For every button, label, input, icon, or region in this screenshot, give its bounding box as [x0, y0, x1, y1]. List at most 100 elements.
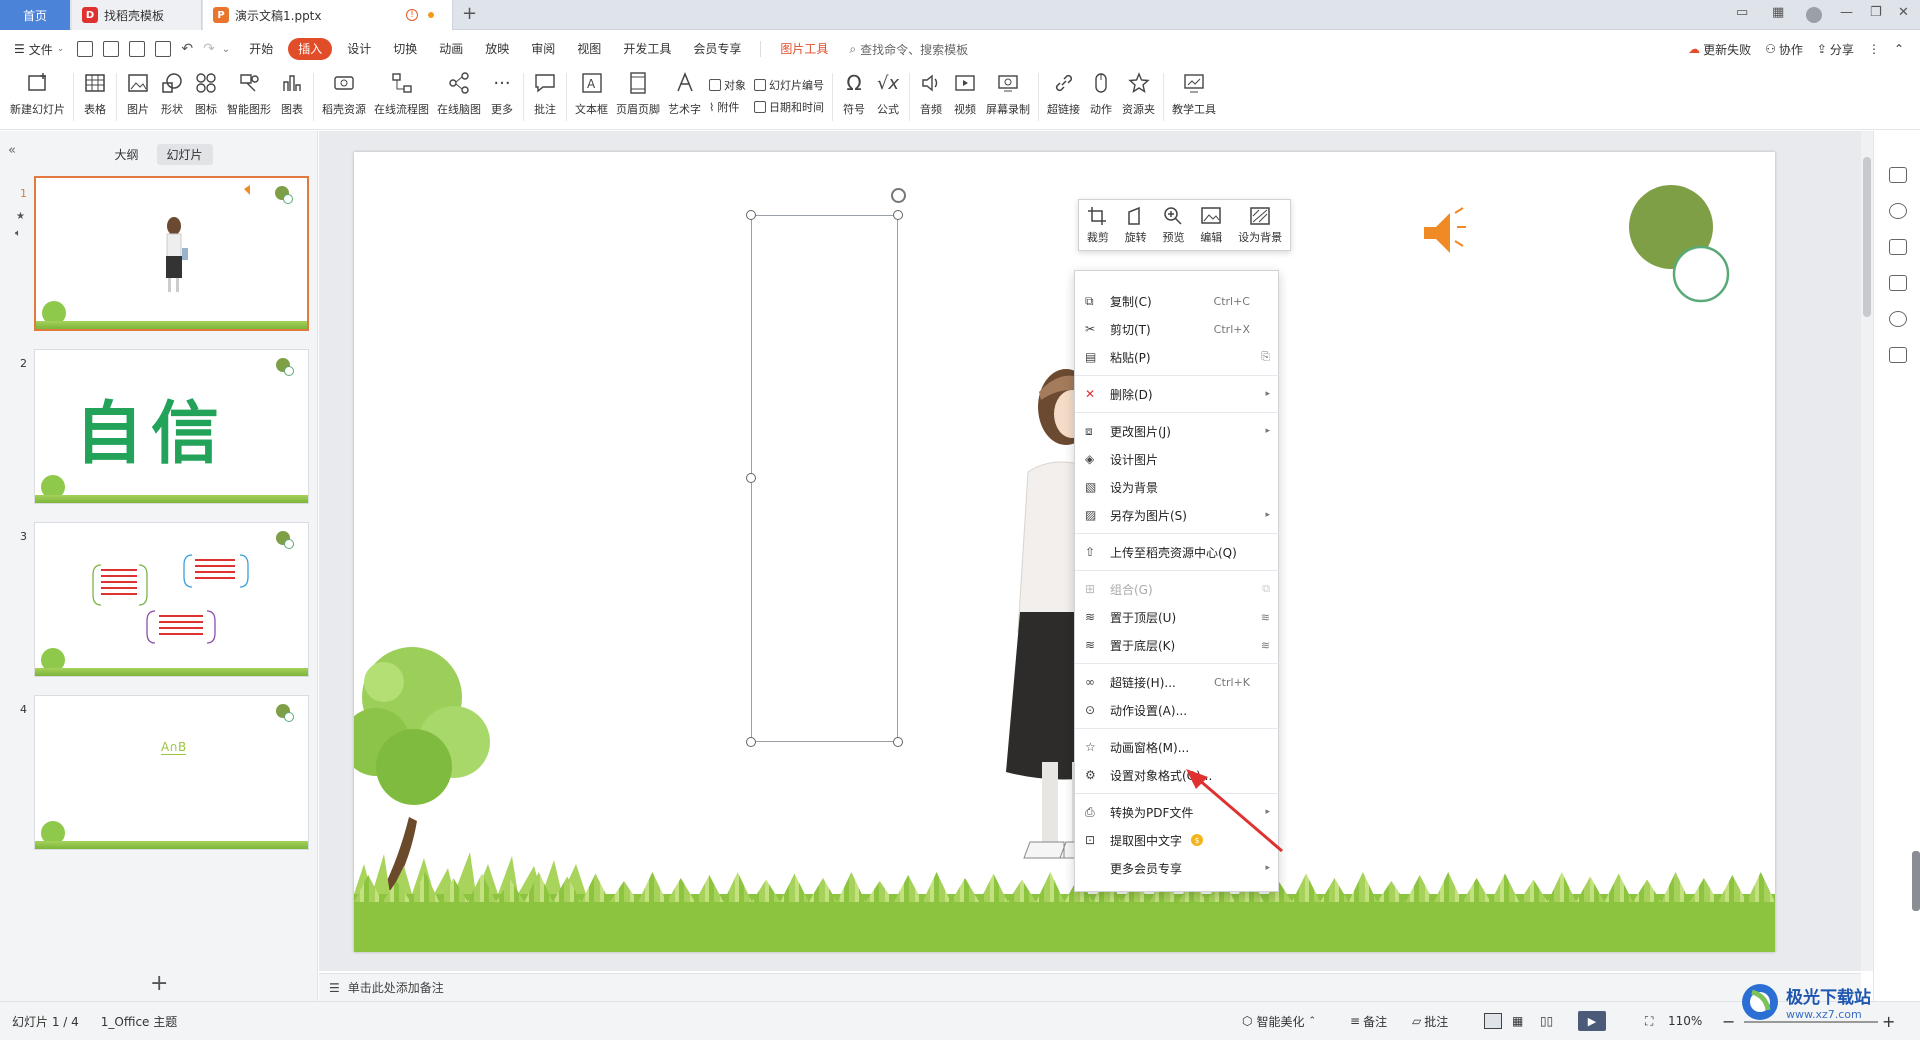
undo-icon[interactable]: ↶	[181, 41, 193, 57]
file-menu[interactable]: ☰ 文件 ⌄	[0, 41, 64, 58]
close-icon[interactable]: ✕	[1898, 5, 1909, 20]
customize-icon[interactable]: ⌄	[222, 44, 230, 55]
smart-beautify-button[interactable]: ⬡ 智能美化 ⌃	[1242, 1013, 1316, 1030]
menu-item-action-settings[interactable]: ⊙ 动作设置(A)...	[1075, 696, 1280, 724]
export-icon[interactable]	[103, 41, 120, 57]
action-button[interactable]: 动作	[1084, 67, 1118, 127]
scrollbar-thumb[interactable]	[1863, 157, 1871, 317]
shape-button[interactable]: 形状	[155, 67, 189, 127]
tab-vip[interactable]: 会员专享	[682, 38, 752, 60]
normal-view-icon[interactable]	[1484, 1013, 1502, 1029]
resource-folder-button[interactable]: 资源夹	[1118, 67, 1159, 127]
bring-front-options-icon[interactable]: ≋	[1261, 611, 1270, 624]
comment-button[interactable]: 批注	[528, 67, 562, 127]
tab-picture-tools[interactable]: 图片工具	[769, 38, 839, 60]
object-button[interactable]: 对象	[709, 77, 746, 93]
fit-window-icon[interactable]: ⛶	[1645, 1014, 1653, 1029]
send-back-options-icon[interactable]: ≋	[1261, 639, 1270, 652]
tab-design[interactable]: 设计	[336, 38, 382, 60]
online-flowchart-button[interactable]: 在线流程图	[370, 67, 433, 127]
resize-handle-sw[interactable]	[746, 737, 756, 747]
resize-handle-se[interactable]	[893, 737, 903, 747]
tab-slideshow[interactable]: 放映	[474, 38, 520, 60]
docer-resource-button[interactable]: 稻壳资源	[318, 67, 370, 127]
menu-item-change-picture[interactable]: ⧈ 更改图片(J) ▸	[1075, 417, 1280, 445]
formula-button[interactable]: √x 公式	[871, 67, 905, 127]
smart-shape-button[interactable]: 智能图形	[223, 67, 275, 127]
command-search[interactable]: ⌕ 查找命令、搜索模板	[849, 41, 968, 58]
picture-selection-frame[interactable]	[751, 215, 898, 742]
grid-apps-icon[interactable]: ▦	[1772, 5, 1784, 20]
crop-button[interactable]: 裁剪	[1087, 206, 1109, 245]
date-time-button[interactable]: 日期和时间	[754, 99, 824, 115]
comments-toggle-button[interactable]: ▱ 批注	[1412, 1013, 1448, 1030]
picture-style-icon[interactable]	[1889, 275, 1907, 291]
edit-picture-button[interactable]: 编辑	[1200, 206, 1222, 245]
rotate-handle-icon[interactable]	[891, 188, 906, 203]
menu-item-design-picture[interactable]: ◈ 设计图片	[1075, 445, 1280, 473]
share-button[interactable]: ⇪ 分享	[1817, 41, 1854, 58]
save-icon[interactable]	[77, 41, 94, 57]
set-background-button[interactable]: 设为背景	[1238, 206, 1282, 245]
print-preview-icon[interactable]	[155, 41, 172, 57]
slide-sorter-icon[interactable]: ▦	[1512, 1014, 1523, 1028]
notes-pane[interactable]: ☰ 单击此处添加备注	[319, 973, 1861, 1001]
tab-insert[interactable]: 插入	[288, 38, 333, 60]
side-handle[interactable]	[1912, 851, 1920, 911]
location-icon[interactable]	[1889, 311, 1907, 327]
tab-developer[interactable]: 开发工具	[612, 38, 682, 60]
add-slide-button[interactable]: +	[150, 971, 168, 996]
teaching-tools-button[interactable]: 教学工具	[1168, 67, 1220, 127]
menu-item-hyperlink[interactable]: ∞ 超链接(H)... Ctrl+K	[1075, 668, 1280, 696]
picture-button[interactable]: 图片	[121, 67, 155, 127]
tab-view[interactable]: 视图	[566, 38, 612, 60]
menu-item-delete[interactable]: ✕ 删除(D) ▸	[1075, 380, 1280, 408]
adjust-properties-icon[interactable]	[1889, 167, 1907, 183]
layout-icon[interactable]: ▭	[1736, 5, 1748, 20]
collapse-ribbon-icon[interactable]: ⌃	[1894, 42, 1904, 56]
paste-options-icon[interactable]: ⎘	[1261, 350, 1270, 364]
menu-item-animation-pane[interactable]: ☆ 动画窗格(M)...	[1075, 733, 1280, 761]
animation-icon[interactable]	[1889, 203, 1907, 219]
collapse-panel-icon[interactable]: «	[8, 143, 16, 158]
notes-toggle-button[interactable]: ≡ 备注	[1350, 1013, 1387, 1030]
tab-template[interactable]: D 找稻壳模板	[72, 0, 202, 30]
slide-thumbnail-2[interactable]: 自信	[34, 349, 309, 504]
menu-item-cut[interactable]: ✂ 剪切(T) Ctrl+X	[1075, 315, 1280, 343]
tab-slides[interactable]: 幻灯片	[156, 143, 213, 165]
attachment-button[interactable]: ⌇ 附件	[709, 99, 746, 115]
tab-outline[interactable]: 大纲	[104, 144, 148, 165]
slide-thumbnail-4[interactable]: A∩B	[34, 695, 309, 850]
wordart-button[interactable]: 艺术字	[664, 67, 705, 127]
menu-item-upload-docer[interactable]: ⇧ 上传至稻壳资源中心(Q)	[1075, 538, 1280, 566]
tab-home[interactable]: 首页	[0, 0, 70, 30]
menu-item-save-as-picture[interactable]: ▨ 另存为图片(S) ▸	[1075, 501, 1280, 529]
avatar[interactable]	[1806, 7, 1822, 23]
resize-handle-nw[interactable]	[746, 210, 756, 220]
video-button[interactable]: 视频	[948, 67, 982, 127]
vertical-scrollbar[interactable]	[1861, 131, 1873, 971]
slide-thumbnail-1[interactable]	[34, 176, 309, 331]
resize-handle-w[interactable]	[746, 473, 756, 483]
tab-document[interactable]: P 演示文稿1.pptx !	[203, 0, 453, 30]
tab-transition[interactable]: 切换	[382, 38, 428, 60]
minimize-icon[interactable]: —	[1840, 5, 1853, 20]
screen-record-button[interactable]: 屏幕录制	[982, 67, 1034, 127]
slide-thumbnail-3[interactable]	[34, 522, 309, 677]
tab-start[interactable]: 开始	[238, 38, 284, 60]
menu-item-bring-to-front[interactable]: ≋ 置于顶层(U) ≋	[1075, 603, 1280, 631]
preview-button[interactable]: 预览	[1162, 206, 1184, 245]
restore-icon[interactable]: ❐	[1870, 5, 1882, 20]
hyperlink-button[interactable]: 超链接	[1043, 67, 1084, 127]
more-options-icon[interactable]: ⋮	[1868, 42, 1880, 56]
redo-icon[interactable]: ↷	[203, 41, 215, 57]
current-slide[interactable]	[354, 152, 1775, 952]
play-slideshow-icon[interactable]: ▶	[1578, 1011, 1606, 1031]
resize-handle-ne[interactable]	[893, 210, 903, 220]
menu-item-copy[interactable]: ⧉ 复制(C) Ctrl+C	[1075, 287, 1280, 315]
online-mindmap-button[interactable]: 在线脑图	[433, 67, 485, 127]
zoom-level[interactable]: 110%	[1668, 1014, 1702, 1028]
tab-review[interactable]: 审阅	[520, 38, 566, 60]
print-icon[interactable]	[129, 41, 146, 57]
update-failed-button[interactable]: ☁ 更新失败	[1688, 41, 1751, 58]
